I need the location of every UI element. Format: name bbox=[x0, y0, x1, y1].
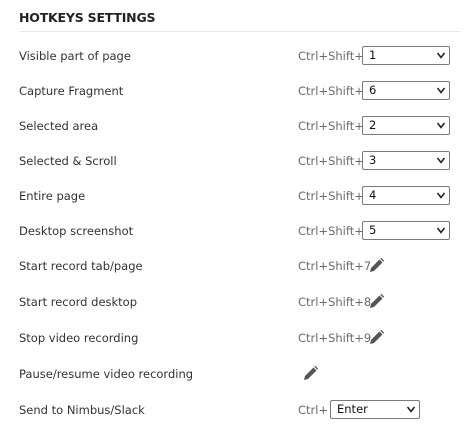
hotkey-select-entire-page[interactable]: 4 bbox=[362, 186, 450, 205]
hotkey-row-send-to-nimbus: Send to Nimbus/Slack Ctrl+ Enter bbox=[0, 400, 465, 422]
hotkey-label: Entire page bbox=[19, 189, 86, 203]
page-title: HOTKEYS SETTINGS bbox=[19, 10, 156, 25]
hotkey-row-start-record-tab: Start record tab/page Ctrl+Shift+7 bbox=[0, 256, 465, 278]
shortcut-text: Ctrl+Shift+9 bbox=[298, 331, 372, 345]
chevron-down-icon bbox=[437, 157, 445, 164]
shortcut-text: Ctrl+Shift+8 bbox=[298, 295, 372, 309]
hotkey-select-desktop-screenshot[interactable]: 5 bbox=[362, 221, 450, 240]
hotkey-label: Selected & Scroll bbox=[19, 154, 117, 168]
shortcut-prefix: Ctrl+Shift+ bbox=[298, 119, 364, 133]
hotkey-label: Visible part of page bbox=[19, 49, 131, 63]
select-value: Enter bbox=[337, 402, 368, 416]
hotkey-label: Start record tab/page bbox=[19, 259, 143, 273]
hotkey-select-selected-area[interactable]: 2 bbox=[362, 116, 450, 135]
pencil-icon[interactable] bbox=[368, 257, 385, 274]
hotkey-row-selected-scroll: Selected & Scroll Ctrl+Shift+ 3 bbox=[0, 151, 465, 173]
hotkey-label: Send to Nimbus/Slack bbox=[19, 403, 145, 417]
hotkey-select-send-to-nimbus[interactable]: Enter bbox=[330, 400, 420, 419]
pencil-icon[interactable] bbox=[368, 293, 385, 310]
select-value: 1 bbox=[369, 48, 377, 62]
chevron-down-icon bbox=[407, 406, 415, 413]
chevron-down-icon bbox=[437, 192, 445, 199]
title-divider bbox=[19, 31, 461, 32]
hotkey-label: Desktop screenshot bbox=[19, 224, 134, 238]
shortcut-prefix: Ctrl+Shift+ bbox=[298, 224, 364, 238]
hotkey-select-capture-fragment[interactable]: 6 bbox=[362, 81, 450, 100]
hotkey-label: Stop video recording bbox=[19, 331, 139, 345]
hotkey-row-desktop-screenshot: Desktop screenshot Ctrl+Shift+ 5 bbox=[0, 221, 465, 243]
hotkey-row-entire-page: Entire page Ctrl+Shift+ 4 bbox=[0, 186, 465, 208]
select-value: 3 bbox=[369, 153, 377, 167]
hotkey-row-pause-resume-video: Pause/resume video recording bbox=[0, 364, 465, 386]
shortcut-prefix: Ctrl+Shift+ bbox=[298, 154, 364, 168]
hotkey-label: Pause/resume video recording bbox=[19, 367, 194, 381]
shortcut-prefix: Ctrl+Shift+ bbox=[298, 189, 364, 203]
chevron-down-icon bbox=[437, 227, 445, 234]
pencil-icon[interactable] bbox=[368, 329, 385, 346]
chevron-down-icon bbox=[437, 87, 445, 94]
shortcut-prefix: Ctrl+Shift+ bbox=[298, 84, 364, 98]
hotkey-label: Capture Fragment bbox=[19, 84, 124, 98]
select-value: 6 bbox=[369, 83, 377, 97]
hotkey-row-capture-fragment: Capture Fragment Ctrl+Shift+ 6 bbox=[0, 81, 465, 103]
shortcut-prefix: Ctrl+ bbox=[298, 403, 329, 417]
select-value: 5 bbox=[369, 223, 377, 237]
chevron-down-icon bbox=[437, 52, 445, 59]
shortcut-prefix: Ctrl+Shift+ bbox=[298, 49, 364, 63]
hotkey-row-stop-video: Stop video recording Ctrl+Shift+9 bbox=[0, 328, 465, 350]
hotkey-row-selected-area: Selected area Ctrl+Shift+ 2 bbox=[0, 116, 465, 138]
hotkey-row-visible-part: Visible part of page Ctrl+Shift+ 1 bbox=[0, 46, 465, 68]
hotkey-row-start-record-desktop: Start record desktop Ctrl+Shift+8 bbox=[0, 292, 465, 314]
shortcut-text: Ctrl+Shift+7 bbox=[298, 259, 372, 273]
hotkey-select-selected-scroll[interactable]: 3 bbox=[362, 151, 450, 170]
hotkey-select-visible-part[interactable]: 1 bbox=[362, 46, 450, 65]
select-value: 4 bbox=[369, 188, 377, 202]
chevron-down-icon bbox=[437, 122, 445, 129]
hotkey-label: Selected area bbox=[19, 119, 99, 133]
select-value: 2 bbox=[369, 118, 377, 132]
pencil-icon[interactable] bbox=[302, 365, 319, 382]
hotkey-label: Start record desktop bbox=[19, 295, 138, 309]
